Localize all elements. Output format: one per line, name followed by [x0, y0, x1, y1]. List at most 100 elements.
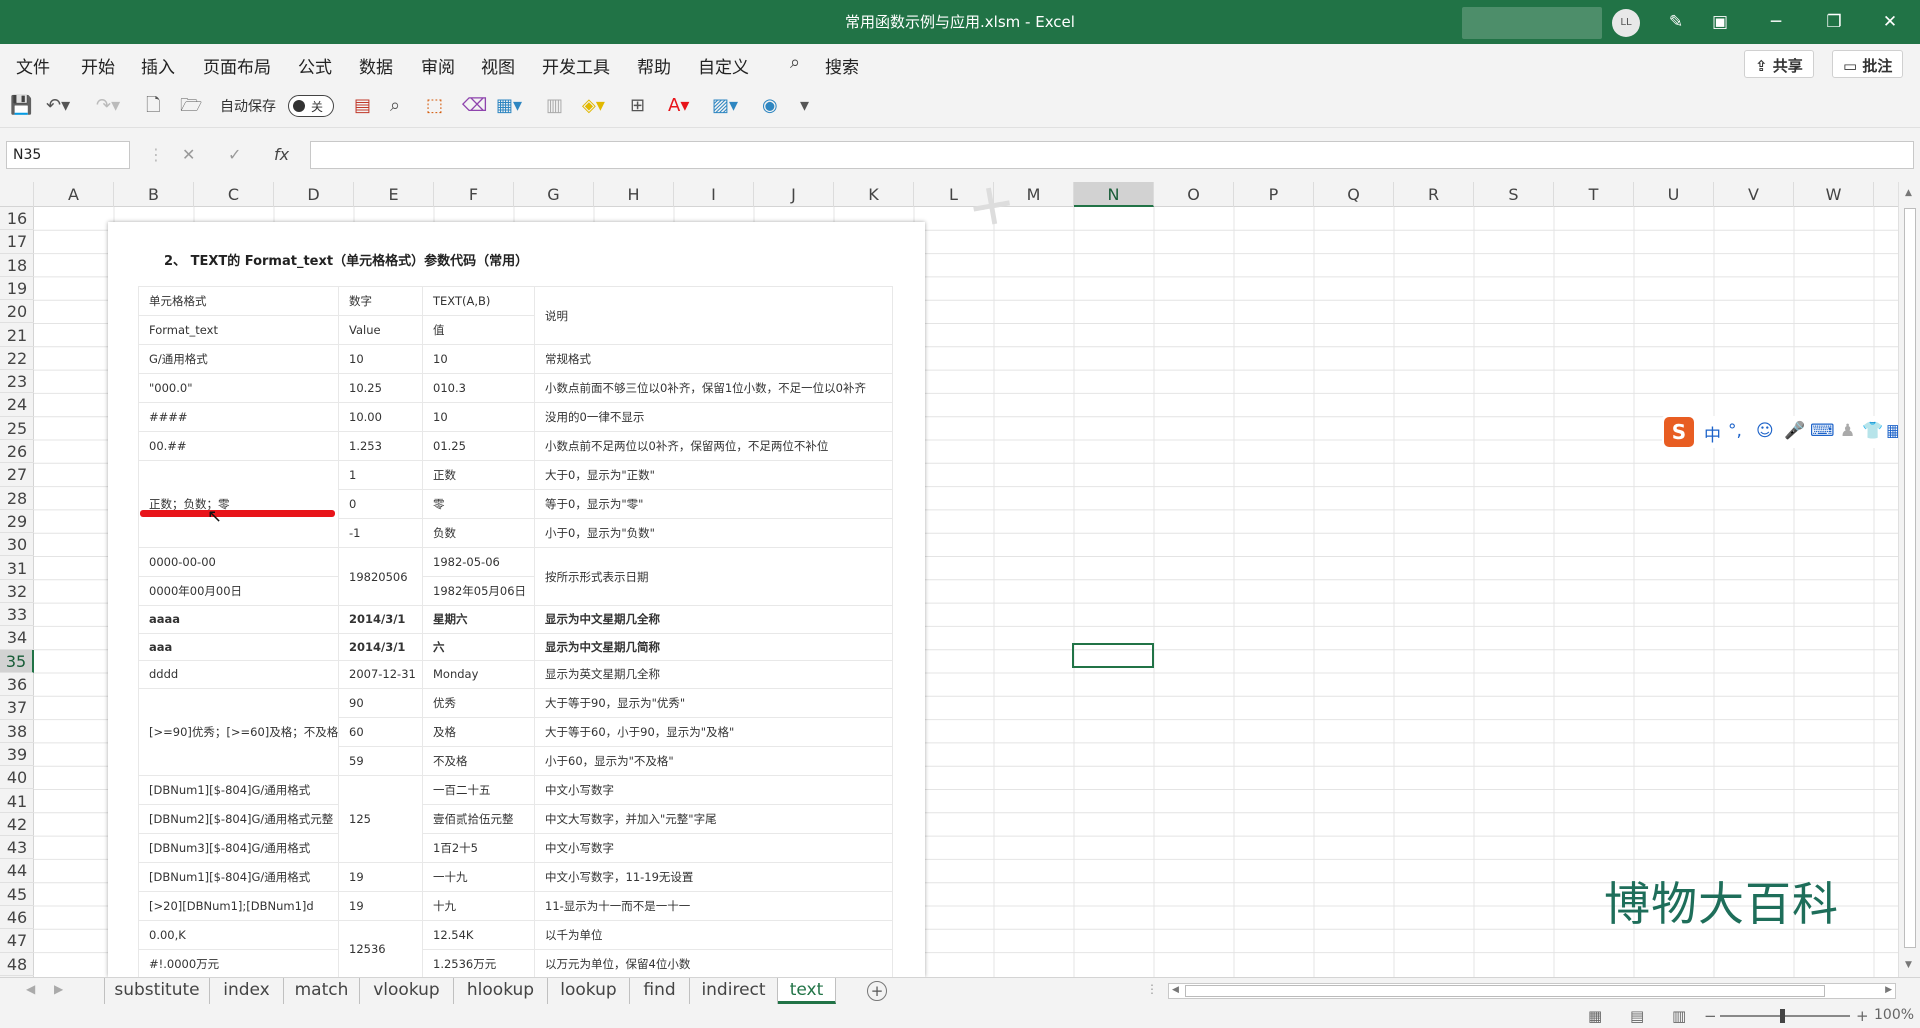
emoji-icon[interactable]: ☺	[1756, 421, 1774, 441]
sheet-tab-find[interactable]: find	[630, 978, 690, 1004]
column-header[interactable]: W	[1794, 182, 1874, 207]
select-all-corner[interactable]	[0, 182, 34, 207]
undo-icon[interactable]: ↶▾	[46, 94, 70, 118]
column-header[interactable]: H	[594, 182, 674, 207]
select-objects-icon[interactable]: ⬚	[426, 94, 443, 118]
zoom-in-button[interactable]: +	[1856, 1007, 1869, 1025]
eraser-icon[interactable]: ⌫	[462, 94, 487, 118]
format-icon[interactable]: ▨▾	[712, 94, 738, 118]
tab-view[interactable]: 视图	[481, 53, 515, 78]
ime-language-toggle[interactable]: 中	[1704, 421, 1721, 446]
embedded-table-image[interactable]: 2、 TEXT的 Format_text（单元格格式）参数代码（常用） 单元格格…	[108, 222, 925, 977]
zoom-level[interactable]: 100%	[1874, 1007, 1914, 1023]
open-folder-icon[interactable]: 🗁	[180, 94, 202, 118]
row-header[interactable]: 17	[0, 230, 34, 254]
name-box[interactable]: N35	[6, 141, 130, 169]
active-cell[interactable]	[1072, 643, 1154, 668]
minimize-button[interactable]: ─	[1764, 10, 1788, 34]
share-button[interactable]: ⇪ 共享	[1744, 50, 1814, 78]
row-header[interactable]: 47	[0, 929, 34, 953]
tab-customize[interactable]: 自定义	[698, 53, 749, 78]
cancel-formula-icon[interactable]: ✕	[182, 145, 195, 164]
column-header[interactable]: E	[354, 182, 434, 207]
column-header[interactable]: S	[1474, 182, 1554, 207]
save-icon[interactable]: 💾	[10, 94, 32, 118]
row-header[interactable]: 41	[0, 790, 34, 813]
column-header[interactable]: O	[1154, 182, 1234, 207]
sheet-tab-substitute[interactable]: substitute	[104, 978, 210, 1004]
circle-icon[interactable]: ◉	[762, 94, 778, 118]
search-box[interactable]: 搜索	[825, 53, 859, 78]
row-header[interactable]: 33	[0, 603, 34, 627]
pen-icon[interactable]: ✎	[1664, 10, 1688, 34]
chart-icon[interactable]: ▥	[546, 94, 563, 118]
tab-scroll-left-icon[interactable]: ◀	[26, 982, 35, 996]
add-sheet-button[interactable]: +	[867, 981, 887, 1001]
borders-icon[interactable]: ⊞	[630, 94, 645, 118]
horizontal-scrollbar[interactable]: ◀ ▶	[1168, 983, 1896, 999]
row-header[interactable]: 18	[0, 254, 34, 277]
autosave-toggle[interactable]: 关	[288, 95, 334, 117]
vertical-scrollbar[interactable]: ▲ ▼	[1898, 182, 1920, 977]
fill-color-icon[interactable]: ◈▾	[582, 94, 605, 118]
user-icon[interactable]: ♟	[1840, 421, 1855, 441]
row-header[interactable]: 37	[0, 696, 34, 720]
search-icon[interactable]: ⌕	[790, 52, 800, 73]
row-header[interactable]: 39	[0, 743, 34, 767]
row-header[interactable]: 48	[0, 953, 34, 976]
tab-insert[interactable]: 插入	[141, 53, 175, 78]
row-header[interactable]: 19	[0, 277, 34, 301]
scroll-up-icon[interactable]: ▲	[1905, 188, 1912, 198]
row-header[interactable]: 28	[0, 487, 34, 510]
tab-review[interactable]: 审阅	[421, 53, 455, 78]
horizontal-scroll-thumb[interactable]	[1185, 985, 1825, 997]
ime-punctuation-toggle[interactable]: °,	[1728, 421, 1742, 441]
tab-formulas[interactable]: 公式	[298, 53, 332, 78]
row-header[interactable]: 27	[0, 463, 34, 487]
avatar[interactable]: LL	[1612, 9, 1640, 37]
row-header-selected[interactable]: 35	[0, 649, 34, 673]
sheet-tab-lookup[interactable]: lookup	[548, 978, 630, 1004]
zoom-out-button[interactable]: −	[1704, 1007, 1717, 1025]
row-header[interactable]: 38	[0, 720, 34, 743]
row-header[interactable]: 42	[0, 813, 34, 837]
tab-home[interactable]: 开始	[81, 53, 115, 78]
restore-button[interactable]: ❐	[1822, 10, 1846, 34]
row-header[interactable]: 31	[0, 557, 34, 580]
row-header[interactable]: 30	[0, 533, 34, 557]
row-header[interactable]: 16	[0, 207, 34, 231]
tab-scroll-right-icon[interactable]: ▶	[54, 982, 63, 996]
row-header[interactable]: 46	[0, 906, 34, 930]
tab-data[interactable]: 数据	[359, 53, 393, 78]
skin-icon[interactable]: 👕	[1862, 421, 1883, 441]
redo-icon[interactable]: ↷▾	[96, 94, 120, 118]
table-format-icon[interactable]: ▦▾	[496, 94, 522, 118]
row-header[interactable]: 29	[0, 510, 34, 534]
row-header[interactable]: 22	[0, 347, 34, 371]
row-header[interactable]: 24	[0, 393, 34, 417]
sheet-tab-index[interactable]: index	[210, 978, 284, 1004]
insert-function-icon[interactable]: fx	[274, 145, 289, 164]
sheet-tab-match[interactable]: match	[284, 978, 360, 1004]
customize-toolbar-icon[interactable]: ▾	[800, 94, 809, 118]
sheet-tab-hlookup[interactable]: hlookup	[454, 978, 548, 1004]
column-header[interactable]: J	[754, 182, 834, 207]
enter-formula-icon[interactable]: ✓	[228, 145, 241, 164]
formula-input[interactable]	[310, 141, 1914, 169]
row-header[interactable]: 34	[0, 626, 34, 650]
row-header[interactable]: 26	[0, 440, 34, 464]
row-header[interactable]: 21	[0, 324, 34, 347]
ime-toolbar[interactable]: S 中 °, ☺ 🎤 ⌨ ♟ 👕 ▦	[1662, 416, 1906, 448]
sheet-tab-indirect[interactable]: indirect	[690, 978, 778, 1004]
tab-page-layout[interactable]: 页面布局	[203, 53, 271, 78]
find-icon[interactable]: ⌕	[390, 94, 400, 118]
page-layout-view-icon[interactable]: ▤	[1630, 1007, 1644, 1025]
zoom-slider[interactable]	[1720, 1015, 1850, 1017]
column-header[interactable]: K	[834, 182, 914, 207]
column-header[interactable]: B	[114, 182, 194, 207]
row-header[interactable]: 45	[0, 883, 34, 906]
row-header[interactable]: 23	[0, 370, 34, 394]
sheet-tab-vlookup[interactable]: vlookup	[360, 978, 454, 1004]
vertical-scroll-thumb[interactable]	[1904, 208, 1916, 948]
sogou-logo-icon[interactable]: S	[1664, 417, 1694, 447]
